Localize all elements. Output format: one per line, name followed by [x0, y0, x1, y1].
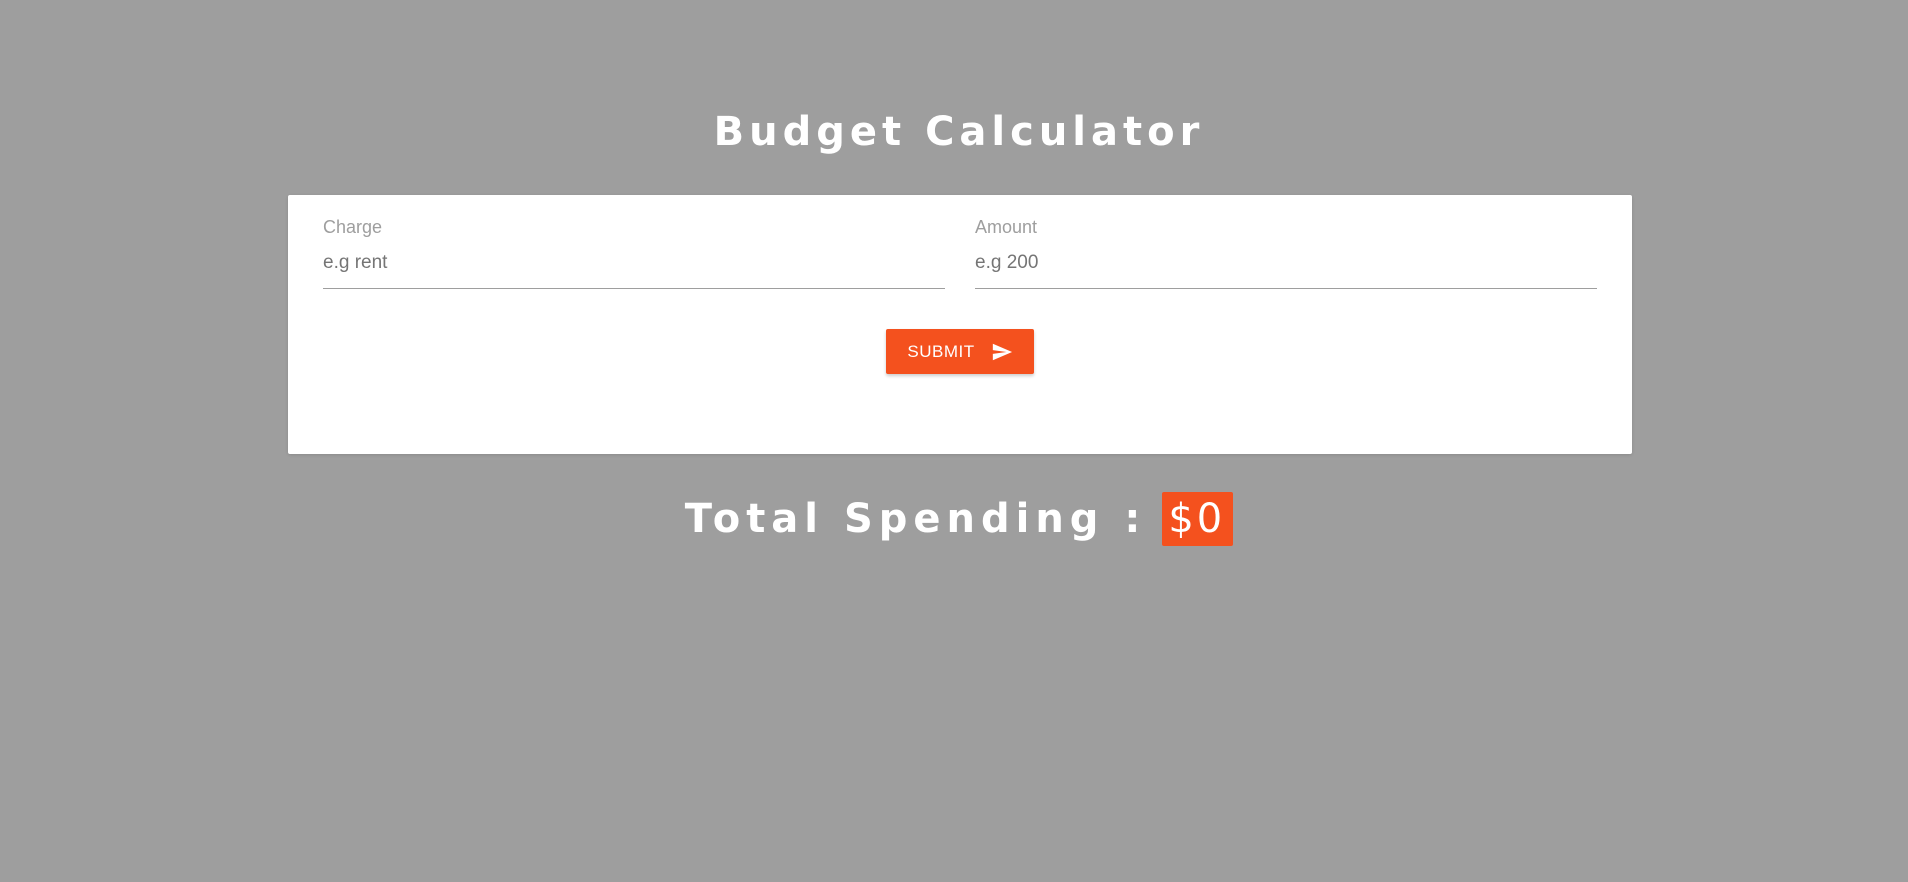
submit-button[interactable]: SUBMIT: [886, 329, 1034, 374]
total-spending-label: Total Spending :: [684, 496, 1147, 542]
charge-field: Charge: [323, 215, 945, 289]
total-spending: Total Spending : $0: [0, 492, 1908, 546]
submit-label: SUBMIT: [907, 341, 975, 361]
total-spending-value: $0: [1162, 492, 1234, 546]
amount-input[interactable]: [975, 245, 1597, 289]
budget-form-card: Charge Amount SUBMIT: [288, 195, 1632, 454]
page-title: Budget Calculator: [713, 109, 1205, 155]
charge-label: Charge: [323, 217, 383, 237]
send-icon: [991, 341, 1013, 363]
charge-input[interactable]: [323, 245, 945, 289]
amount-label: Amount: [975, 217, 1038, 237]
amount-field: Amount: [975, 215, 1597, 289]
